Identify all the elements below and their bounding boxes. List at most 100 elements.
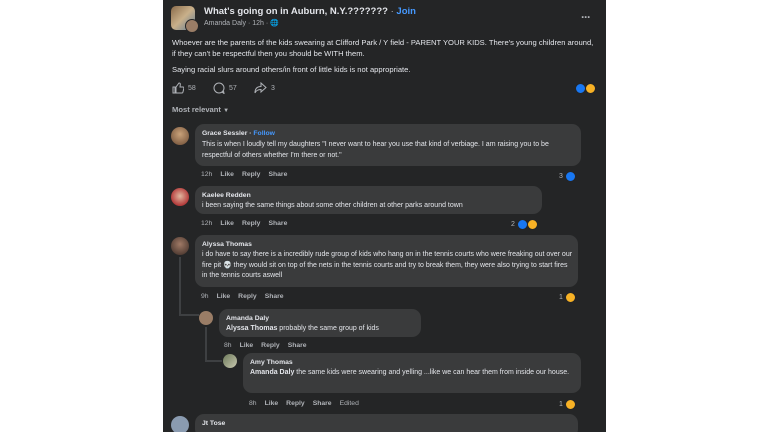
comment-actions: 8h Like Reply Share [224,342,315,349]
mention-link[interactable]: Amanda Daly [250,369,294,376]
reaction-count: 1 [559,401,563,408]
like-stat[interactable]: 58 [172,82,196,94]
comment-text-row: Amanda Daly the same kids were swearing … [250,368,576,379]
author-avatar[interactable] [185,19,199,33]
like-reaction-icon [564,171,576,182]
post-panel: What's going on in Auburn, N.Y.??????? ·… [163,0,606,432]
like-button[interactable]: Like [217,293,231,300]
avatar[interactable] [171,127,189,145]
comment-bubble: Grace Sessler · Follow This is when I lo… [195,124,581,166]
sad-reaction-icon [564,292,576,303]
follow-button[interactable]: Follow [253,130,275,137]
like-button[interactable]: Like [265,400,279,407]
comment-text: probably the same group of kids [277,325,379,332]
commenter-name[interactable]: Kaelee Redden [202,192,251,199]
like-button[interactable]: Like [240,342,254,349]
thread-line [179,257,181,315]
reaction-count: 2 [511,221,515,228]
post-text-1: Whoever are the parents of the kids swea… [172,38,594,58]
like-icon [172,82,184,94]
share-button[interactable]: Share [288,342,307,349]
comment-reactions[interactable]: 1 [559,292,576,303]
comment-bubble: Kaelee Redden i been saying the same thi… [195,186,542,214]
comment-time[interactable]: 8h [249,400,257,407]
reaction-count: 3 [559,173,563,180]
reply-button[interactable]: Reply [286,400,305,407]
commenter-name[interactable]: Alyssa Thomas [202,241,252,248]
share-stat[interactable]: 3 [254,82,275,94]
comment-actions: 12h Like Reply Share [201,171,295,178]
reply-button[interactable]: Reply [238,293,257,300]
commenter-name[interactable]: Grace Sessler [202,130,247,137]
comment-text: This is when I loudly tell my daughters … [202,141,549,159]
comment-time[interactable]: 12h [201,171,212,178]
post-author[interactable]: Amanda Daly [204,20,246,27]
comment-bubble: Amy Thomas Amanda Daly the same kids wer… [243,353,581,393]
comment-text: the same kids were swearing and yelling … [294,369,570,376]
comment-text: i do have to say there is a incredibly r… [202,251,573,279]
comment-text-row: Alyssa Thomas probably the same group of… [226,324,418,335]
sort-label: Most relevant [172,105,221,114]
mention-link[interactable]: Alyssa Thomas [226,325,277,332]
avatar[interactable] [171,188,189,206]
commenter-name[interactable]: Amy Thomas [250,359,293,366]
comment-bubble: Amanda Daly Alyssa Thomas probably the s… [219,309,421,337]
comment-actions: 12h Like Reply Share [201,220,295,227]
edited-label[interactable]: Edited [340,400,359,407]
reply-button[interactable]: Reply [242,171,261,178]
comment-author-row: Grace Sessler · Follow [202,130,275,137]
reply-button[interactable]: Reply [242,220,261,227]
commenter-name[interactable]: Amanda Daly [226,315,269,322]
thread-line [179,314,199,316]
comment-bubble: Alyssa Thomas i do have to say there is … [195,235,578,287]
like-reaction-icon [575,83,586,94]
comment-bubble: Jt Tose [195,414,578,432]
wow-reaction-icon [585,83,596,94]
share-icon [254,82,267,94]
globe-icon: 🌐 [270,20,279,27]
more-options-icon[interactable]: ··· [581,10,591,24]
reply-button[interactable]: Reply [261,342,280,349]
chevron-down-icon: ▼ [223,108,230,114]
share-button[interactable]: Share [268,171,287,178]
comment-actions: 8h Like Reply Share Edited [249,400,367,407]
like-button[interactable]: Like [220,171,234,178]
comment-time[interactable]: 9h [201,293,209,300]
post-text-2: Saying racial slurs around others/in fro… [172,65,411,74]
post-meta: Amanda Daly · 12h · 🌐 [204,20,279,27]
comment-time[interactable]: 8h [224,342,232,349]
comment-reactions[interactable]: 3 [559,171,576,182]
group-name[interactable]: What's going on in Auburn, N.Y.??????? [204,6,388,17]
join-button[interactable]: Join [396,6,416,17]
share-button[interactable]: Share [313,400,332,407]
post-time[interactable]: 12h [252,20,264,27]
share-button[interactable]: Share [268,220,287,227]
avatar[interactable] [171,416,189,432]
comment-count: 57 [229,84,237,92]
share-button[interactable]: Share [265,293,284,300]
thread-line [205,360,222,362]
avatar[interactable] [171,237,189,255]
comment-reactions[interactable]: 2 [511,219,538,230]
sad-reaction-icon [564,399,576,410]
like-reaction-icon [516,219,528,230]
comment-stat[interactable]: 57 [213,82,237,94]
comment-time[interactable]: 12h [201,220,212,227]
sort-dropdown[interactable]: Most relevant ▼ [172,105,229,114]
reaction-count: 1 [559,294,563,301]
comment-actions: 9h Like Reply Share [201,293,292,300]
like-count: 58 [188,84,196,92]
commenter-name[interactable]: Jt Tose [202,420,225,427]
comment-icon [213,82,225,94]
post-reactions[interactable] [575,83,596,94]
share-count: 3 [271,84,275,92]
post-header: What's going on in Auburn, N.Y.??????? ·… [204,6,416,17]
post-body: Whoever are the parents of the kids swea… [172,37,597,80]
like-button[interactable]: Like [220,220,234,227]
comment-reactions[interactable]: 1 [559,399,576,410]
comment-text: i been saying the same things about some… [202,202,463,209]
thread-line [205,327,207,361]
avatar[interactable] [223,354,237,368]
haha-reaction-icon [526,219,538,230]
avatar[interactable] [199,311,213,325]
